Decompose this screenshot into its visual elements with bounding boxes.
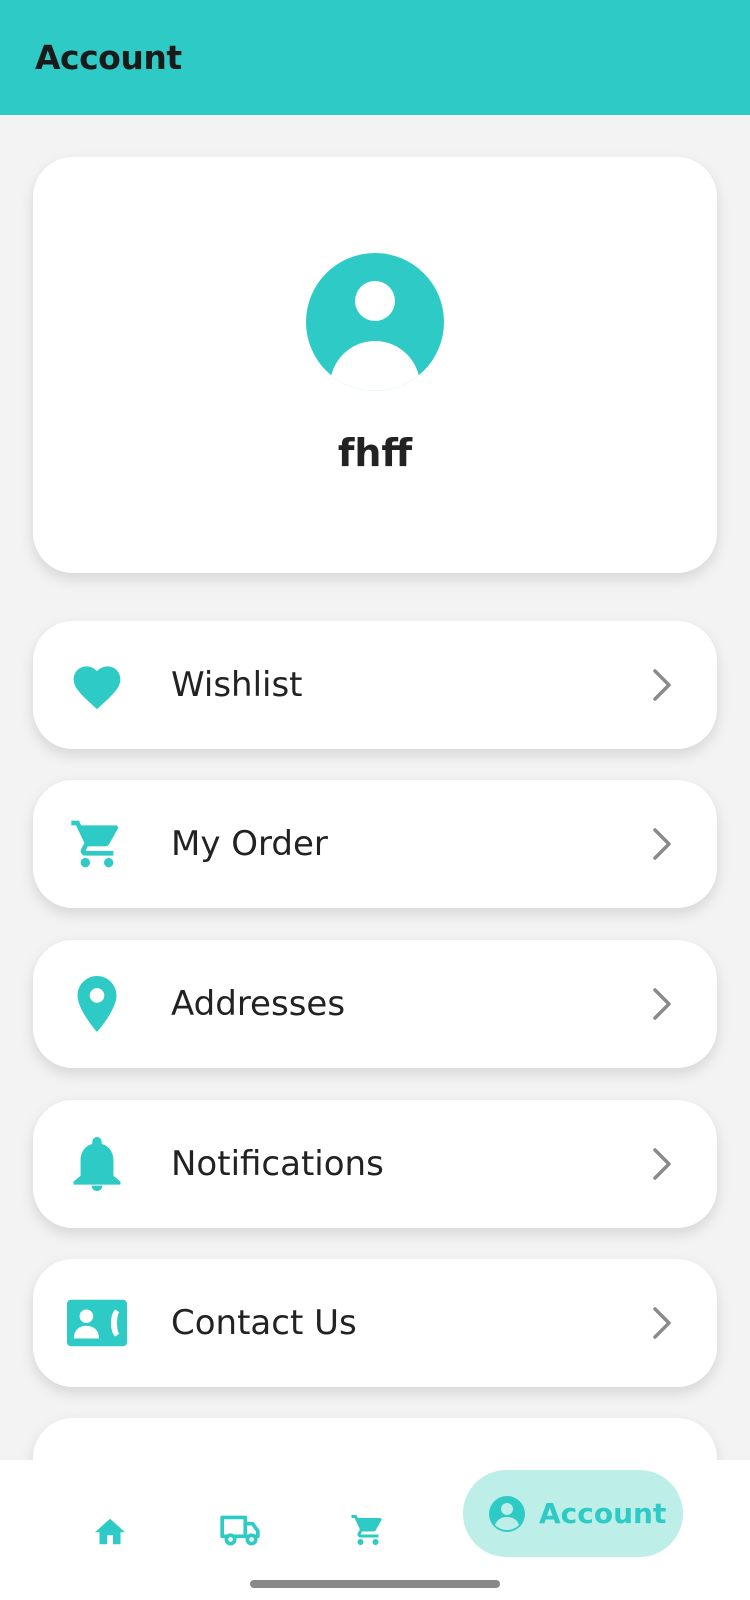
chevron-right-icon (647, 1303, 677, 1343)
chevron-right-icon (647, 665, 677, 705)
nav-cart-button[interactable] (343, 1510, 393, 1550)
truck-icon (220, 1515, 260, 1546)
profile-card[interactable]: fhff (33, 157, 717, 573)
app-bar: Account (0, 0, 750, 115)
heart-icon (67, 655, 127, 715)
cart-icon (351, 1515, 382, 1545)
menu-label: Addresses (171, 984, 346, 1024)
chevron-right-icon (647, 984, 677, 1024)
nav-account-button[interactable]: Account (463, 1470, 683, 1557)
menu-item-addresses[interactable]: Addresses (33, 940, 717, 1068)
menu-label: Contact Us (171, 1303, 357, 1343)
account-circle-icon (306, 253, 444, 391)
menu-item-notifications[interactable]: Notifications (33, 1100, 717, 1228)
nav-account-label: Account (539, 1497, 667, 1530)
location-pin-icon (67, 974, 127, 1034)
cart-icon (67, 814, 127, 874)
chevron-right-icon (647, 1144, 677, 1184)
bell-icon (67, 1134, 127, 1194)
contact-phone-icon (67, 1293, 127, 1353)
menu-label: Wishlist (171, 665, 303, 705)
menu-label: My Order (171, 824, 328, 864)
account-content[interactable]: fhff Wishlist My Order Addresses Notific… (0, 115, 750, 1460)
home-indicator[interactable] (250, 1580, 500, 1588)
menu-item-contact-us[interactable]: Contact Us (33, 1259, 717, 1387)
nav-orders-button[interactable] (215, 1510, 265, 1550)
menu-item-my-order[interactable]: My Order (33, 780, 717, 908)
nav-home-button[interactable] (85, 1510, 135, 1550)
chevron-right-icon (647, 824, 677, 864)
user-name: fhff (337, 431, 413, 475)
menu-label: Notifications (171, 1144, 384, 1184)
page-title: Account (35, 38, 182, 77)
account-circle-icon (489, 1495, 525, 1532)
menu-item-partial[interactable] (33, 1418, 717, 1460)
bottom-nav: Account (0, 1460, 750, 1600)
menu-item-wishlist[interactable]: Wishlist (33, 621, 717, 749)
home-icon (95, 1518, 125, 1545)
